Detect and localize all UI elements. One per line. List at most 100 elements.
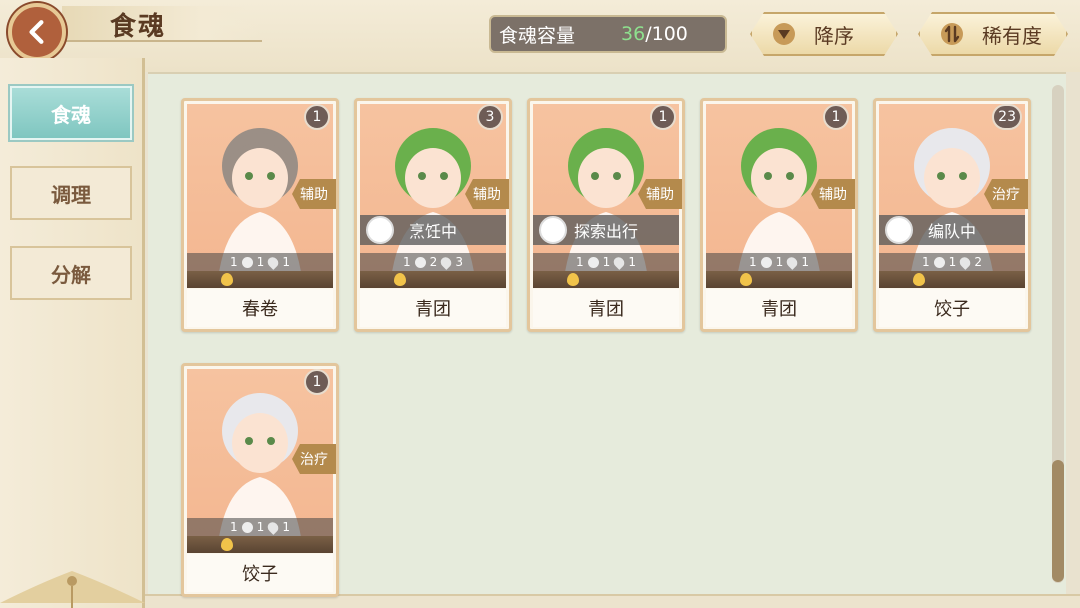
sort-rarity-label: 稀有度	[982, 23, 1042, 48]
card-count-badge: 1	[304, 104, 330, 130]
swap-arrows-icon	[940, 22, 964, 46]
card-count-badge: 3	[477, 104, 503, 130]
card-name: 青团	[533, 289, 679, 327]
capacity-current: 36	[621, 23, 646, 45]
stat-value: 1	[403, 255, 411, 269]
chevron-left-icon	[29, 20, 44, 44]
tab-food-souls[interactable]: 食魂	[10, 86, 132, 140]
card-role-badge: 辅助	[638, 179, 682, 209]
stat-value: 1	[256, 255, 265, 269]
capacity-max: /100	[645, 23, 688, 45]
sidebar: 食魂 调理 分解	[0, 58, 145, 608]
card-stats: 1 2 3	[360, 253, 506, 271]
sort-descending-button[interactable]: 降序	[750, 12, 898, 56]
tab-label: 调理	[51, 182, 91, 207]
droplet-icon	[438, 254, 454, 270]
card-count-badge: 1	[823, 104, 849, 130]
food-soul-card[interactable]: 1 辅助 1 1 1 春卷	[181, 98, 339, 332]
coin-icon	[760, 256, 772, 268]
card-role-badge: 治疗	[984, 179, 1028, 209]
stat-value: 1	[576, 255, 584, 269]
food-soul-card[interactable]: 1 治疗 1 1 1 饺子	[181, 363, 339, 597]
sort-rarity-button[interactable]: 稀有度	[918, 12, 1068, 56]
back-button[interactable]	[8, 3, 66, 61]
tab-conditioning[interactable]: 调理	[10, 166, 132, 220]
card-name: 春卷	[187, 289, 333, 327]
card-count-badge: 1	[650, 104, 676, 130]
stat-value: 1	[801, 255, 809, 269]
flame-icon	[221, 538, 233, 551]
page-title: 食魂	[110, 12, 167, 42]
card-name: 青团	[706, 289, 852, 327]
flame-icon	[221, 273, 233, 286]
card-status-banner: 烹饪中	[360, 215, 506, 245]
droplet-icon	[265, 519, 281, 535]
coin-icon	[241, 521, 253, 533]
card-skill-bar	[187, 271, 333, 288]
food-soul-card[interactable]: 3 辅助 烹饪中 1 2 3 青团	[354, 98, 512, 332]
tab-label: 分解	[51, 262, 91, 287]
coin-icon	[241, 256, 253, 268]
flame-icon	[913, 273, 925, 286]
card-skill-bar	[533, 271, 679, 288]
flame-icon	[394, 273, 406, 286]
status-bowl-icon	[885, 216, 913, 244]
card-role-badge: 辅助	[465, 179, 509, 209]
stat-value: 1	[749, 255, 757, 269]
card-role-badge: 辅助	[292, 179, 336, 209]
card-skill-bar	[879, 271, 1025, 288]
card-status-text: 编队中	[927, 222, 976, 241]
card-name: 青团	[360, 289, 506, 327]
card-stats: 1 1 2	[879, 253, 1025, 271]
card-name: 饺子	[187, 554, 333, 592]
status-bowl-icon	[366, 216, 394, 244]
stat-value: 1	[256, 520, 265, 534]
coin-icon	[933, 256, 945, 268]
card-status-text: 烹饪中	[408, 222, 457, 241]
status-bowl-icon	[539, 216, 567, 244]
stat-value: 3	[455, 255, 463, 269]
card-stats: 1 1 1	[187, 253, 333, 271]
tab-decompose[interactable]: 分解	[10, 246, 132, 300]
droplet-icon	[611, 254, 627, 270]
card-role-badge: 辅助	[811, 179, 855, 209]
card-status-banner: 编队中	[879, 215, 1025, 245]
stat-value: 1	[282, 520, 290, 534]
droplet-icon	[957, 254, 973, 270]
stat-value: 1	[922, 255, 930, 269]
card-role-badge: 治疗	[292, 444, 336, 474]
stat-value: 1	[230, 255, 238, 269]
coin-icon	[414, 256, 426, 268]
droplet-icon	[784, 254, 800, 270]
coin-icon	[587, 256, 599, 268]
card-skill-bar	[360, 271, 506, 288]
card-count-badge: 1	[304, 369, 330, 395]
food-soul-card[interactable]: 23 治疗 编队中 1 1 2 饺子	[873, 98, 1031, 332]
stat-value: 1	[602, 255, 611, 269]
triangle-down-icon	[772, 22, 796, 46]
stat-value: 1	[230, 520, 238, 534]
card-stats: 1 1 1	[533, 253, 679, 271]
stat-value: 1	[282, 255, 290, 269]
card-stats: 1 1 1	[187, 518, 333, 536]
tab-label: 食魂	[51, 102, 91, 127]
droplet-icon	[265, 254, 281, 270]
capacity-label: 食魂容量	[499, 24, 576, 47]
food-soul-card[interactable]: 1 辅助 1 1 1 青团	[700, 98, 858, 332]
capacity-display: 食魂容量 36 /100	[489, 15, 727, 53]
card-stats: 1 1 1	[706, 253, 852, 271]
food-soul-card[interactable]: 1 辅助 探索出行 1 1 1 青团	[527, 98, 685, 332]
card-count-badge: 23	[992, 104, 1022, 130]
card-status-text: 探索出行	[573, 222, 638, 241]
stat-value: 1	[948, 255, 957, 269]
sort-descending-label: 降序	[814, 23, 854, 48]
card-skill-bar	[706, 271, 852, 288]
scrollbar-thumb[interactable]	[1052, 460, 1064, 582]
ornament-icon	[0, 571, 145, 608]
card-status-banner: 探索出行	[533, 215, 679, 245]
stat-value: 1	[775, 255, 784, 269]
card-name: 饺子	[879, 289, 1025, 327]
stat-value: 2	[429, 255, 438, 269]
flame-icon	[567, 273, 579, 286]
stat-value: 2	[974, 255, 982, 269]
